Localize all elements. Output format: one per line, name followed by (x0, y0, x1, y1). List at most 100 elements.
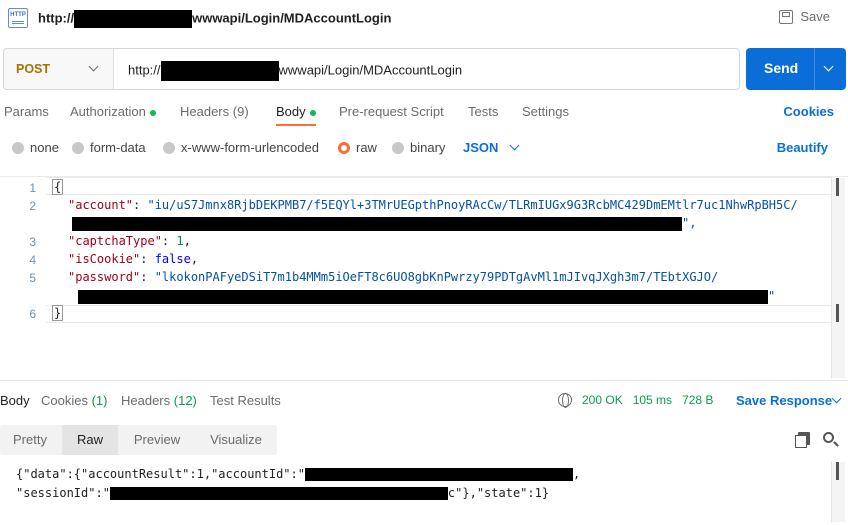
tab-tests[interactable]: Tests (468, 104, 498, 119)
beautify-button[interactable]: Beautify (777, 140, 828, 155)
send-options-chevron-icon[interactable] (823, 61, 834, 72)
response-view-tabs: Pretty Raw Preview Visualize (0, 425, 277, 455)
request-title[interactable]: http:// wwwapi/Login/MDAccountLogin (38, 10, 391, 28)
tab-headers[interactable]: Headers (9) (180, 104, 249, 119)
body-editor[interactable]: 1 2 3 4 5 6 { "account": "iu/uS7Jmnx8Rjb… (0, 176, 848, 376)
tab-authorization-label: Authorization (70, 104, 146, 119)
line-number: 1 (29, 181, 36, 195)
chevron-down-icon (88, 61, 99, 72)
url-suffix: wwwapi/Login/MDAccountLogin (278, 62, 463, 78)
request-tabs: Params Authorization Headers (9) Body Pr… (0, 104, 848, 128)
tab-body[interactable]: Body (276, 104, 316, 126)
response-size[interactable]: 728 B (682, 393, 713, 407)
search-icon[interactable] (823, 432, 834, 443)
iscookie-value: false (154, 252, 191, 266)
code-line-account: "account": "iu/uS7Jmnx8RjbDEKPMB7/f5EQYl… (68, 198, 798, 212)
status-code[interactable]: 200 OK (582, 393, 623, 407)
radio-raw-label: raw (356, 140, 377, 155)
url-prefix: http:// (128, 62, 161, 78)
tab-pre-request-script[interactable]: Pre-request Script (339, 104, 444, 119)
response-line1-end: , (572, 467, 581, 481)
radio-circle (72, 141, 84, 154)
response-headers-label: Headers (121, 393, 171, 408)
view-tab-preview[interactable]: Preview (120, 425, 194, 455)
tab-settings[interactable]: Settings (522, 104, 569, 119)
open-brace: { (52, 179, 64, 195)
radio-urlencoded[interactable]: x-www-form-urlencoded (163, 140, 319, 155)
view-tab-visualize[interactable]: Visualize (196, 425, 276, 455)
url-input[interactable]: http:// wwwapi/Login/MDAccountLogin (128, 61, 462, 81)
cookies-link[interactable]: Cookies (783, 104, 834, 119)
code-line-iscookie: "isCookie": false, (68, 252, 199, 266)
response-time[interactable]: 105 ms (633, 393, 672, 407)
globe-icon[interactable] (558, 393, 572, 408)
response-tabs: Body Cookies (1) Headers (12) Test Resul… (0, 393, 848, 415)
copy-icon[interactable] (795, 432, 810, 448)
send-label: Send (764, 60, 799, 76)
save-response-button[interactable]: Save Response (736, 393, 842, 408)
save-label: Save (800, 9, 830, 24)
redacted-session-id (109, 487, 448, 500)
format-label: JSON (463, 140, 499, 155)
line-number: 6 (29, 307, 36, 321)
radio-circle (163, 141, 175, 154)
radio-circle-selected (338, 141, 350, 154)
response-tab-body[interactable]: Body (0, 393, 30, 408)
editor-scrollbar[interactable] (831, 178, 845, 378)
tab-authorization[interactable]: Authorization (70, 104, 156, 119)
code-line-captcha: "captchaType": 1, (68, 234, 191, 248)
radio-circle (392, 141, 404, 154)
method-dropdown[interactable]: POST (4, 49, 114, 89)
response-divider[interactable] (0, 380, 848, 381)
save-button[interactable]: Save (779, 9, 830, 24)
editor-scroll-marker[interactable] (836, 304, 839, 322)
account-key: "account" (68, 198, 134, 212)
title-prefix: http:// (38, 10, 75, 26)
response-tab-test-results[interactable]: Test Results (210, 393, 281, 408)
url-bar: POST http:// wwwapi/Login/MDAccountLogin (3, 48, 740, 90)
send-divider (814, 48, 815, 90)
current-line-highlight (46, 177, 832, 195)
body-active-dot (309, 109, 316, 116)
radio-circle (12, 141, 24, 154)
tab-params[interactable]: Params (4, 104, 49, 119)
redacted-password (78, 289, 768, 304)
send-button[interactable]: Send (746, 48, 846, 90)
radio-form-data[interactable]: form-data (72, 140, 146, 155)
title-bar: HTTP http://wwwapi/Login/MDAccountLogin … (0, 0, 848, 36)
password-tail: " (768, 289, 776, 303)
code-close-brace: } (52, 305, 64, 321)
tab-headers-label: Headers (180, 104, 230, 119)
response-scroll-marker[interactable] (836, 462, 839, 480)
response-cookies-count: (1) (91, 393, 108, 408)
response-line1-start: {"data":{"accountResult":1,"accountId":" (16, 467, 305, 481)
code-line-password: "password": "lkokonPAFyeDSiT7m1b4MMm5iOe… (68, 270, 719, 284)
response-headers-count: (12) (173, 393, 197, 408)
format-dropdown[interactable]: JSON (463, 140, 520, 155)
http-request-icon: HTTP (8, 8, 28, 28)
response-cookies-label: Cookies (41, 393, 88, 408)
line-number: 2 (29, 199, 36, 213)
response-tab-cookies[interactable]: Cookies (1) (41, 393, 107, 408)
response-tab-headers[interactable]: Headers (12) (121, 393, 197, 408)
account-tail: ", (682, 216, 697, 230)
response-line2-end: c"},"state":1} (447, 486, 550, 500)
redacted-host (74, 10, 193, 28)
radio-urlencoded-label: x-www-form-urlencoded (181, 140, 319, 155)
view-tab-pretty[interactable]: Pretty (0, 425, 60, 455)
line-number: 5 (29, 271, 36, 285)
response-line-2: "sessionId":" c"},"state":1} (16, 486, 549, 500)
headers-count: (9) (232, 104, 249, 119)
radio-none-label: none (30, 140, 59, 155)
radio-raw[interactable]: raw (338, 140, 377, 155)
line-6-highlight (46, 305, 832, 323)
response-line2-start: "sessionId":" (16, 486, 110, 500)
account-value: "iu/uS7Jmnx8RjbDEKPMB7/f5EQYl+3TMrUEGpth… (147, 198, 798, 212)
body-type-selector: none form-data x-www-form-urlencoded raw… (0, 140, 848, 160)
response-line-1: {"data":{"accountResult":1,"accountId":"… (16, 467, 580, 481)
radio-none[interactable]: none (12, 140, 59, 155)
redacted-account-id (304, 468, 573, 481)
editor-scroll-marker[interactable] (836, 178, 839, 196)
radio-binary[interactable]: binary (392, 140, 445, 155)
view-tab-raw[interactable]: Raw (62, 425, 118, 455)
